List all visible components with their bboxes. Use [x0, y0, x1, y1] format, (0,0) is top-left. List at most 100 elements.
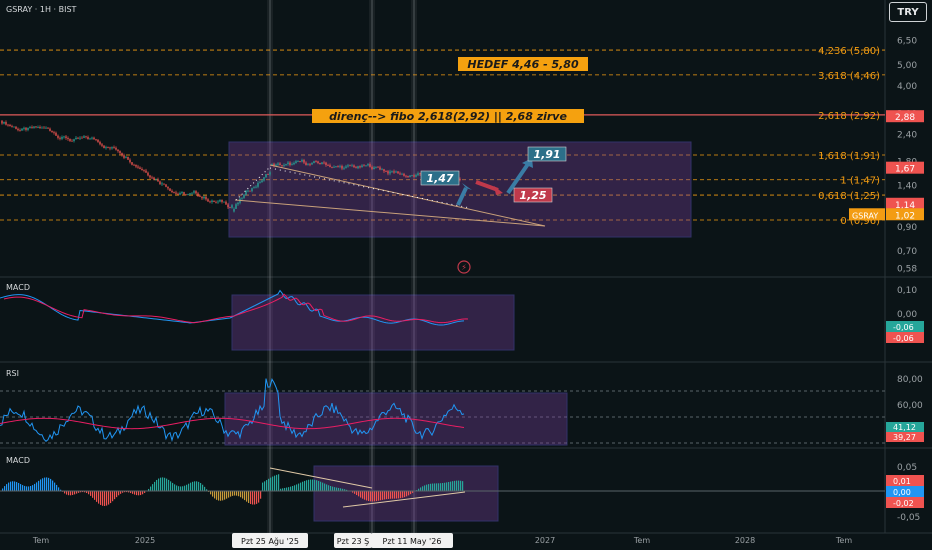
- candle-body: [387, 171, 389, 174]
- macd2-bar: [94, 491, 96, 500]
- macd2-bar: [190, 482, 192, 491]
- label-box-low: 1,25: [519, 189, 546, 202]
- macd2-bar: [256, 491, 258, 504]
- macd2-bar: [202, 484, 204, 491]
- macd2-bar: [446, 482, 448, 491]
- candle-body: [33, 126, 35, 128]
- candle-body: [157, 179, 159, 182]
- macd2-bar: [164, 477, 166, 491]
- macd2-bar: [100, 491, 102, 505]
- macd2-badge-text: 0,01: [893, 477, 911, 486]
- candle-body: [309, 164, 311, 166]
- rsi-badge-text: 39,27: [893, 433, 916, 442]
- macd2-bar: [16, 482, 18, 491]
- rsi-badge-text: 41,12: [893, 423, 916, 432]
- macd2-bar: [138, 491, 140, 496]
- candle-body: [69, 138, 71, 141]
- macd2-bar: [90, 491, 92, 496]
- macd2-bar: [20, 484, 22, 491]
- macd2-bar: [160, 477, 162, 491]
- macd2-bar: [332, 486, 334, 491]
- macd2-bar: [240, 491, 242, 498]
- candle-body: [103, 145, 105, 149]
- macd2-bar: [324, 483, 326, 491]
- candle-body: [399, 173, 401, 175]
- macd2-bar: [276, 474, 278, 491]
- macd2-bar: [290, 486, 292, 491]
- candle-body: [335, 166, 337, 167]
- macd2-bar: [274, 475, 276, 491]
- candle-body: [379, 167, 381, 170]
- macd2-bar: [362, 491, 364, 499]
- candle-body: [203, 196, 205, 199]
- candle-body: [293, 162, 295, 165]
- macd2-bar: [320, 481, 322, 491]
- macd2-bar: [434, 483, 436, 491]
- macd2-bar: [200, 483, 202, 491]
- candle-body: [303, 159, 305, 163]
- macd2-bar: [306, 480, 308, 491]
- candle-body: [259, 182, 261, 183]
- candle-body: [253, 187, 255, 189]
- macd2-bar: [194, 481, 196, 491]
- macd2-bar: [36, 482, 38, 491]
- candle-body: [145, 170, 147, 173]
- macd2-bar: [166, 478, 168, 491]
- candle-body: [143, 170, 145, 171]
- rsi-tick: 60,00: [897, 401, 923, 411]
- macd2-bar: [380, 491, 382, 501]
- candle-body: [269, 172, 271, 175]
- fib-label: 1 (1,47): [840, 176, 880, 187]
- candle-body: [31, 127, 33, 128]
- macd2-bar: [54, 482, 56, 491]
- candle-body: [165, 184, 167, 187]
- currency-button[interactable]: TRY: [889, 2, 927, 22]
- macd2-bar: [272, 476, 274, 491]
- macd2-bar: [296, 484, 298, 491]
- candle-body: [197, 193, 199, 197]
- candle-body: [381, 169, 383, 171]
- macd2-bar: [244, 491, 246, 501]
- candle-body: [167, 186, 169, 189]
- macd2-bar: [168, 479, 170, 491]
- candle-body: [345, 166, 347, 168]
- macd2-bar: [398, 491, 400, 499]
- macd1-badge-text: -0,06: [893, 334, 914, 343]
- macd2-bar: [66, 491, 68, 495]
- macd2-bar: [106, 491, 108, 506]
- candle-body: [231, 205, 233, 208]
- macd2-bar: [424, 485, 426, 491]
- macd2-bar: [262, 482, 264, 491]
- macd2-bar: [182, 486, 184, 491]
- lightning-icon-glyph: ⚡: [461, 263, 467, 272]
- candle-body: [45, 127, 47, 129]
- macd2-bar: [440, 483, 442, 491]
- candle-body: [375, 166, 377, 168]
- candle-body: [413, 175, 415, 177]
- candle-body: [135, 164, 137, 167]
- candle-body: [43, 127, 45, 129]
- candle-body: [1, 120, 3, 124]
- macd2-bar: [224, 491, 226, 500]
- macd2-bar: [396, 491, 398, 499]
- candle-body: [277, 163, 279, 165]
- candle-body: [349, 165, 351, 167]
- candle-body: [37, 127, 39, 128]
- candle-body: [209, 201, 211, 203]
- macd2-bar: [42, 478, 44, 491]
- macd2-bar: [376, 491, 378, 502]
- macd2-bar: [38, 480, 40, 491]
- macd2-bar: [116, 491, 118, 498]
- candle-body: [283, 164, 285, 166]
- time-label: Tem: [835, 536, 852, 545]
- macd2-bar: [312, 479, 314, 491]
- macd2-bar: [242, 491, 244, 499]
- candle-body: [321, 162, 323, 165]
- candle-body: [85, 136, 87, 138]
- macd2-bar: [328, 485, 330, 491]
- time-label: Tem: [32, 536, 49, 545]
- candle-body: [281, 165, 283, 167]
- macd2-bar: [134, 491, 136, 495]
- candle-body: [229, 207, 231, 209]
- macd2-bar: [222, 491, 224, 501]
